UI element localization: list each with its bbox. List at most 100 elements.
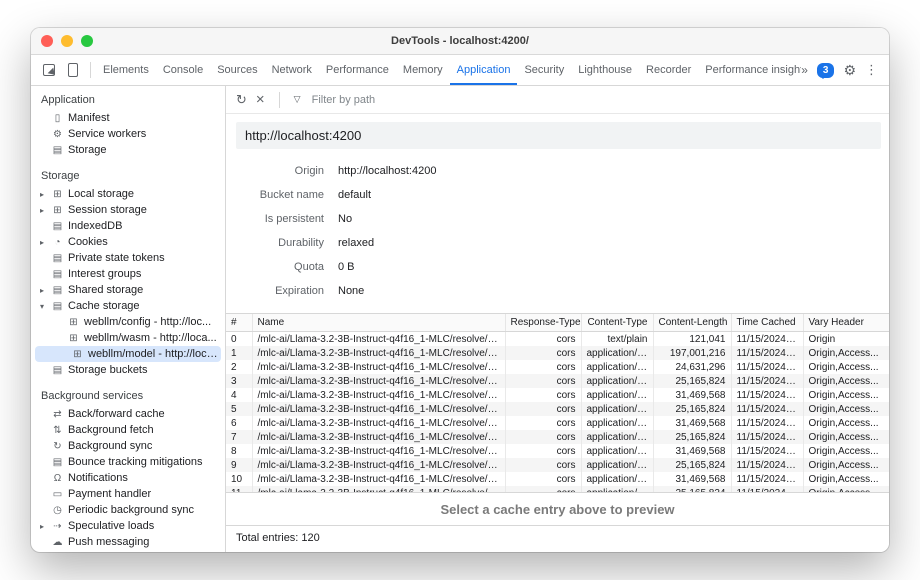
chevron-right-icon[interactable]: ▸ <box>37 238 47 247</box>
cell-vary-header[interactable]: Origin,Access... <box>803 458 889 472</box>
cell-vary-header[interactable]: Origin,Access... <box>803 360 889 374</box>
sidebar-item-webllm-model-http-loca[interactable]: ⊞webllm/model - http://loca... <box>35 346 221 362</box>
cell-response-type[interactable]: cors <box>505 374 581 388</box>
tab-console[interactable]: Console <box>156 55 210 85</box>
cell-content-length[interactable]: 25,165,824 <box>653 430 731 444</box>
cell-name[interactable]: /mlc-ai/Llama-3.2-3B-Instruct-q4f16_1-ML… <box>252 374 505 388</box>
cell-content-type[interactable]: application/oc... <box>581 444 653 458</box>
cell-content-length[interactable]: 31,469,568 <box>653 444 731 458</box>
sidebar-item-indexeddb[interactable]: ▤IndexedDB <box>31 218 225 234</box>
cell-response-type[interactable]: cors <box>505 472 581 486</box>
table-row[interactable]: 8/mlc-ai/Llama-3.2-3B-Instruct-q4f16_1-M… <box>226 444 889 458</box>
tab-security[interactable]: Security <box>517 55 571 85</box>
cell-vary-header[interactable]: Origin,Access... <box>803 416 889 430</box>
refresh-icon[interactable]: ↻ <box>236 92 247 108</box>
column-header-time-cached[interactable]: Time Cached <box>731 314 803 332</box>
cell-content-type[interactable]: application/oc... <box>581 430 653 444</box>
sidebar-item-back-forward-cache[interactable]: ⇄Back/forward cache <box>31 406 225 422</box>
cell-name[interactable]: /mlc-ai/Llama-3.2-3B-Instruct-q4f16_1-ML… <box>252 472 505 486</box>
cell-content-length[interactable]: 25,165,824 <box>653 402 731 416</box>
cell-content-type[interactable]: application/oc... <box>581 458 653 472</box>
sidebar-item-storage-buckets[interactable]: ▤Storage buckets <box>31 362 225 378</box>
cell-response-type[interactable]: cors <box>505 458 581 472</box>
delete-selected-icon[interactable]: × <box>256 91 265 108</box>
cell-content-length[interactable]: 25,165,824 <box>653 374 731 388</box>
issues-badge[interactable]: 3 <box>817 63 835 78</box>
sidebar-item-service-workers[interactable]: ⚙Service workers <box>31 126 225 142</box>
column-header-vary-header[interactable]: Vary Header <box>803 314 889 332</box>
device-toolbar-button[interactable] <box>61 58 85 82</box>
cell-time-cached[interactable]: 11/15/2024, 10... <box>731 346 803 360</box>
zoom-button[interactable] <box>81 35 93 47</box>
filter-by-path-input[interactable] <box>310 93 454 107</box>
cell-name[interactable]: /mlc-ai/Llama-3.2-3B-Instruct-q4f16_1-ML… <box>252 458 505 472</box>
tab-application[interactable]: Application <box>450 55 518 85</box>
inspect-element-button[interactable] <box>37 58 61 82</box>
sidebar-item-background-fetch[interactable]: ⇅Background fetch <box>31 422 225 438</box>
chevron-right-icon[interactable]: ▸ <box>37 286 47 295</box>
tab-performance[interactable]: Performance <box>319 55 396 85</box>
cell-vary-header[interactable]: Origin,Access... <box>803 374 889 388</box>
cell-index[interactable]: 7 <box>226 430 252 444</box>
cell-index[interactable]: 8 <box>226 444 252 458</box>
tab-sources[interactable]: Sources <box>210 55 264 85</box>
table-row[interactable]: 4/mlc-ai/Llama-3.2-3B-Instruct-q4f16_1-M… <box>226 388 889 402</box>
cell-time-cached[interactable]: 11/15/2024, 10... <box>731 430 803 444</box>
tab-network[interactable]: Network <box>265 55 319 85</box>
cell-index[interactable]: 3 <box>226 374 252 388</box>
table-row[interactable]: 7/mlc-ai/Llama-3.2-3B-Instruct-q4f16_1-M… <box>226 430 889 444</box>
sidebar-item-manifest[interactable]: ▯Manifest <box>31 110 225 126</box>
cell-name[interactable]: /mlc-ai/Llama-3.2-3B-Instruct-q4f16_1-ML… <box>252 444 505 458</box>
more-tabs-icon[interactable]: » <box>801 63 808 77</box>
tab-elements[interactable]: Elements <box>96 55 156 85</box>
settings-gear-icon[interactable]: ⚙ <box>843 62 856 79</box>
cell-index[interactable]: 4 <box>226 388 252 402</box>
cell-time-cached[interactable]: 11/15/2024, 10... <box>731 416 803 430</box>
cell-content-length[interactable]: 121,041 <box>653 332 731 347</box>
column-header-name[interactable]: Name <box>252 314 505 332</box>
table-row[interactable]: 5/mlc-ai/Llama-3.2-3B-Instruct-q4f16_1-M… <box>226 402 889 416</box>
cell-content-length[interactable]: 24,631,296 <box>653 360 731 374</box>
sidebar-item-cookies[interactable]: ▸◔Cookies <box>31 234 225 250</box>
cell-time-cached[interactable]: 11/15/2024, 10... <box>731 444 803 458</box>
cell-time-cached[interactable]: 11/15/2024, 10... <box>731 374 803 388</box>
sidebar-item-storage[interactable]: ▤Storage <box>31 142 225 158</box>
cell-index[interactable]: 0 <box>226 332 252 347</box>
sidebar-item-payment-handler[interactable]: ▭Payment handler <box>31 486 225 502</box>
sidebar-item-push-messaging[interactable]: ☁Push messaging <box>31 534 225 550</box>
table-row[interactable]: 1/mlc-ai/Llama-3.2-3B-Instruct-q4f16_1-M… <box>226 346 889 360</box>
cell-time-cached[interactable]: 11/15/2024, 10... <box>731 472 803 486</box>
table-row[interactable]: 6/mlc-ai/Llama-3.2-3B-Instruct-q4f16_1-M… <box>226 416 889 430</box>
sidebar-item-shared-storage[interactable]: ▸▤Shared storage <box>31 282 225 298</box>
cell-response-type[interactable]: cors <box>505 444 581 458</box>
column-header-content-length[interactable]: Content-Length <box>653 314 731 332</box>
sidebar-item-webllm-config-http-loc[interactable]: ⊞webllm/config - http://loc... <box>31 314 225 330</box>
cell-index[interactable]: 1 <box>226 346 252 360</box>
chevron-down-icon[interactable]: ▾ <box>37 302 47 311</box>
chevron-right-icon[interactable]: ▸ <box>37 522 47 531</box>
table-row[interactable]: 0/mlc-ai/Llama-3.2-3B-Instruct-q4f16_1-M… <box>226 332 889 347</box>
cell-time-cached[interactable]: 11/15/2024, 10... <box>731 388 803 402</box>
cell-vary-header[interactable]: Origin,Access... <box>803 346 889 360</box>
cell-name[interactable]: /mlc-ai/Llama-3.2-3B-Instruct-q4f16_1-ML… <box>252 332 505 347</box>
cell-time-cached[interactable]: 11/15/2024, 10... <box>731 360 803 374</box>
column-header-response-type[interactable]: Response-Type <box>505 314 581 332</box>
cell-name[interactable]: /mlc-ai/Llama-3.2-3B-Instruct-q4f16_1-ML… <box>252 402 505 416</box>
cell-content-type[interactable]: application/oc... <box>581 374 653 388</box>
sidebar-item-notifications[interactable]: ΩNotifications <box>31 470 225 486</box>
cell-vary-header[interactable]: Origin,Access... <box>803 388 889 402</box>
sidebar-item-speculative-loads[interactable]: ▸⇢Speculative loads <box>31 518 225 534</box>
cell-index[interactable]: 6 <box>226 416 252 430</box>
sidebar-item-bounce-tracking-mitigations[interactable]: ▤Bounce tracking mitigations <box>31 454 225 470</box>
cell-time-cached[interactable]: 11/15/2024, 10... <box>731 332 803 347</box>
cell-name[interactable]: /mlc-ai/Llama-3.2-3B-Instruct-q4f16_1-ML… <box>252 388 505 402</box>
minimize-button[interactable] <box>61 35 73 47</box>
tab-lighthouse[interactable]: Lighthouse <box>571 55 639 85</box>
tab-memory[interactable]: Memory <box>396 55 450 85</box>
cell-content-type[interactable]: application/oc... <box>581 346 653 360</box>
cell-vary-header[interactable]: Origin <box>803 332 889 347</box>
cell-vary-header[interactable]: Origin,Access... <box>803 444 889 458</box>
close-button[interactable] <box>41 35 53 47</box>
cell-index[interactable]: 10 <box>226 472 252 486</box>
cell-response-type[interactable]: cors <box>505 388 581 402</box>
